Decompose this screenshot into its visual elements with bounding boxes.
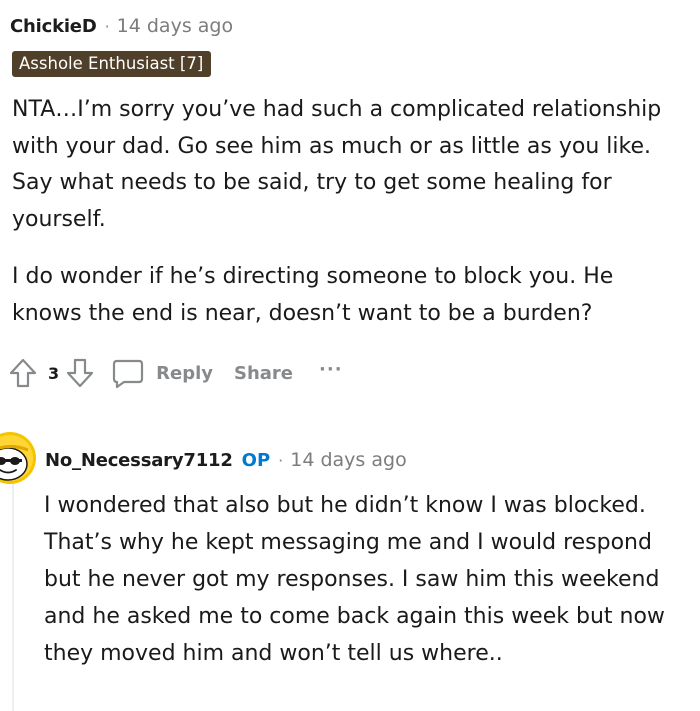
comment-paragraph: I do wonder if he’s directing someone to… <box>12 264 614 326</box>
comment-body: NTA…I’m sorry you’ve had such a complica… <box>12 92 682 332</box>
header-separator: · <box>278 450 284 470</box>
reply-timestamp[interactable]: 14 days ago <box>290 449 406 471</box>
comment-action-bar: 3 Reply Share ··· <box>6 353 343 393</box>
comment-paragraph: NTA…I’m sorry you’ve had such a complica… <box>12 97 662 232</box>
reply-author[interactable]: No_Necessary7112 <box>45 450 233 471</box>
more-dots-icon[interactable]: ··· <box>319 359 343 380</box>
reply-label: Reply <box>156 362 213 384</box>
op-badge: OP <box>241 449 271 471</box>
reply-body: I wondered that also but he didn’t know … <box>44 487 694 672</box>
comment-thread: ChickieD · 14 days ago Asshole Enthusias… <box>0 0 700 711</box>
reply-header: No_Necessary7112 OP · 14 days ago <box>45 446 407 474</box>
upvote-arrow-icon[interactable] <box>6 356 40 390</box>
vote-count: 3 <box>48 363 60 383</box>
downvote-arrow-icon[interactable] <box>63 356 97 390</box>
share-button[interactable]: Share <box>234 363 293 384</box>
comment-header: ChickieD · 14 days ago <box>10 12 233 40</box>
thread-line[interactable] <box>12 482 14 711</box>
comment-bubble-icon <box>111 356 145 390</box>
reply-paragraph: I wondered that also but he didn’t know … <box>44 493 665 666</box>
comment-timestamp[interactable]: 14 days ago <box>117 15 233 37</box>
snoo-avatar-icon[interactable] <box>0 424 42 488</box>
reply-button[interactable]: Reply <box>111 356 213 390</box>
user-flair: Asshole Enthusiast [7] <box>12 51 212 77</box>
header-separator: · <box>104 16 110 36</box>
comment-author[interactable]: ChickieD <box>10 16 97 37</box>
